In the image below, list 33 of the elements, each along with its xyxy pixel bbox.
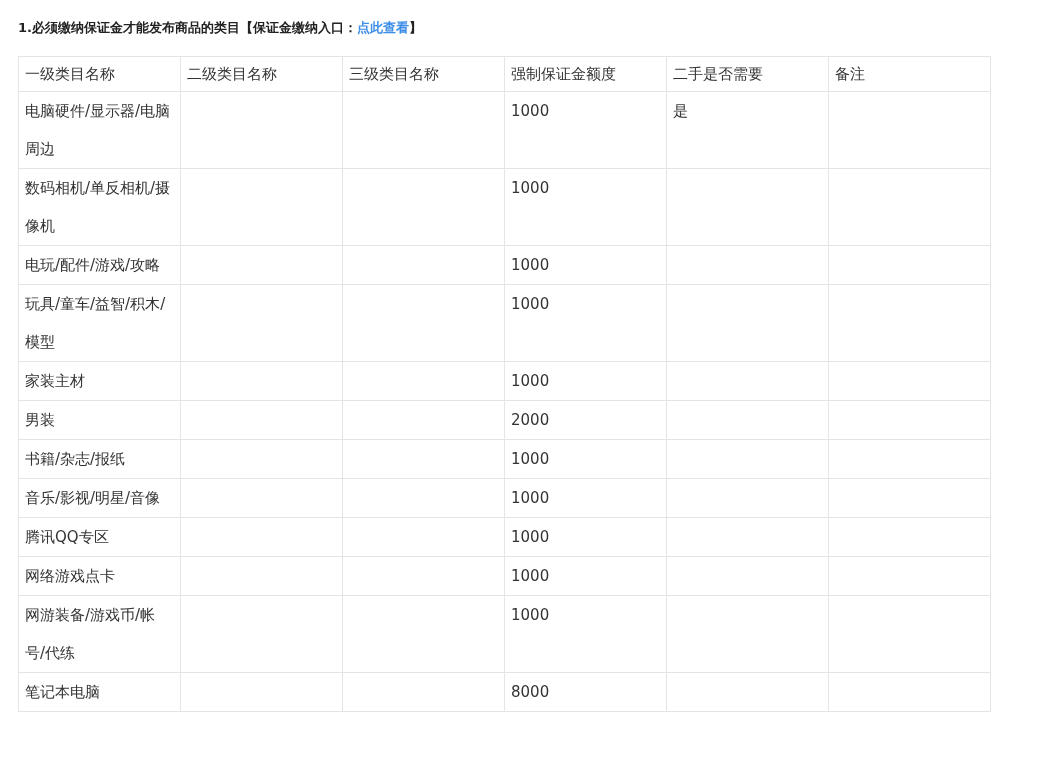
view-link[interactable]: 点此查看 [357, 20, 409, 35]
table-cell: 数码相机/单反相机/摄像机 [18, 168, 181, 246]
column-header: 备注 [828, 56, 991, 92]
table-cell: 1000 [504, 168, 667, 246]
table-cell: 电脑硬件/显示器/电脑周边 [18, 91, 181, 169]
table-cell: 家装主材 [18, 361, 181, 401]
table-cell: 网络游戏点卡 [18, 556, 181, 596]
table-cell: 8000 [504, 672, 667, 712]
table-cell: 1000 [504, 517, 667, 557]
table-cell: 是 [666, 91, 829, 169]
table-cell: 1000 [504, 284, 667, 362]
table-cell: 音乐/影视/明星/音像 [18, 478, 181, 518]
table-cell: 1000 [504, 91, 667, 169]
table-cell: 笔记本电脑 [18, 672, 181, 712]
section-heading: 1.必须缴纳保证金才能发布商品的类目【保证金缴纳入口：点此查看】 [18, 19, 423, 37]
table-cell: 书籍/杂志/报纸 [18, 439, 181, 479]
table-cell: 1000 [504, 439, 667, 479]
column-header: 强制保证金额度 [504, 56, 667, 92]
column-header: 一级类目名称 [18, 56, 181, 92]
table-cell: 腾讯QQ专区 [18, 517, 181, 557]
column-header: 二手是否需要 [666, 56, 829, 92]
table-cell: 1000 [504, 556, 667, 596]
table-cell: 男装 [18, 400, 181, 440]
table-cell: 1000 [504, 361, 667, 401]
column-header: 二级类目名称 [180, 56, 343, 92]
table-cell: 1000 [504, 595, 667, 673]
table-cell: 1000 [504, 245, 667, 285]
table-cell: 电玩/配件/游戏/攻略 [18, 245, 181, 285]
table-cell: 网游装备/游戏币/帐号/代练 [18, 595, 181, 673]
table-cell: 2000 [504, 400, 667, 440]
table-cell: 1000 [504, 478, 667, 518]
column-header: 三级类目名称 [342, 56, 505, 92]
table-cell: 玩具/童车/益智/积木/模型 [18, 284, 181, 362]
